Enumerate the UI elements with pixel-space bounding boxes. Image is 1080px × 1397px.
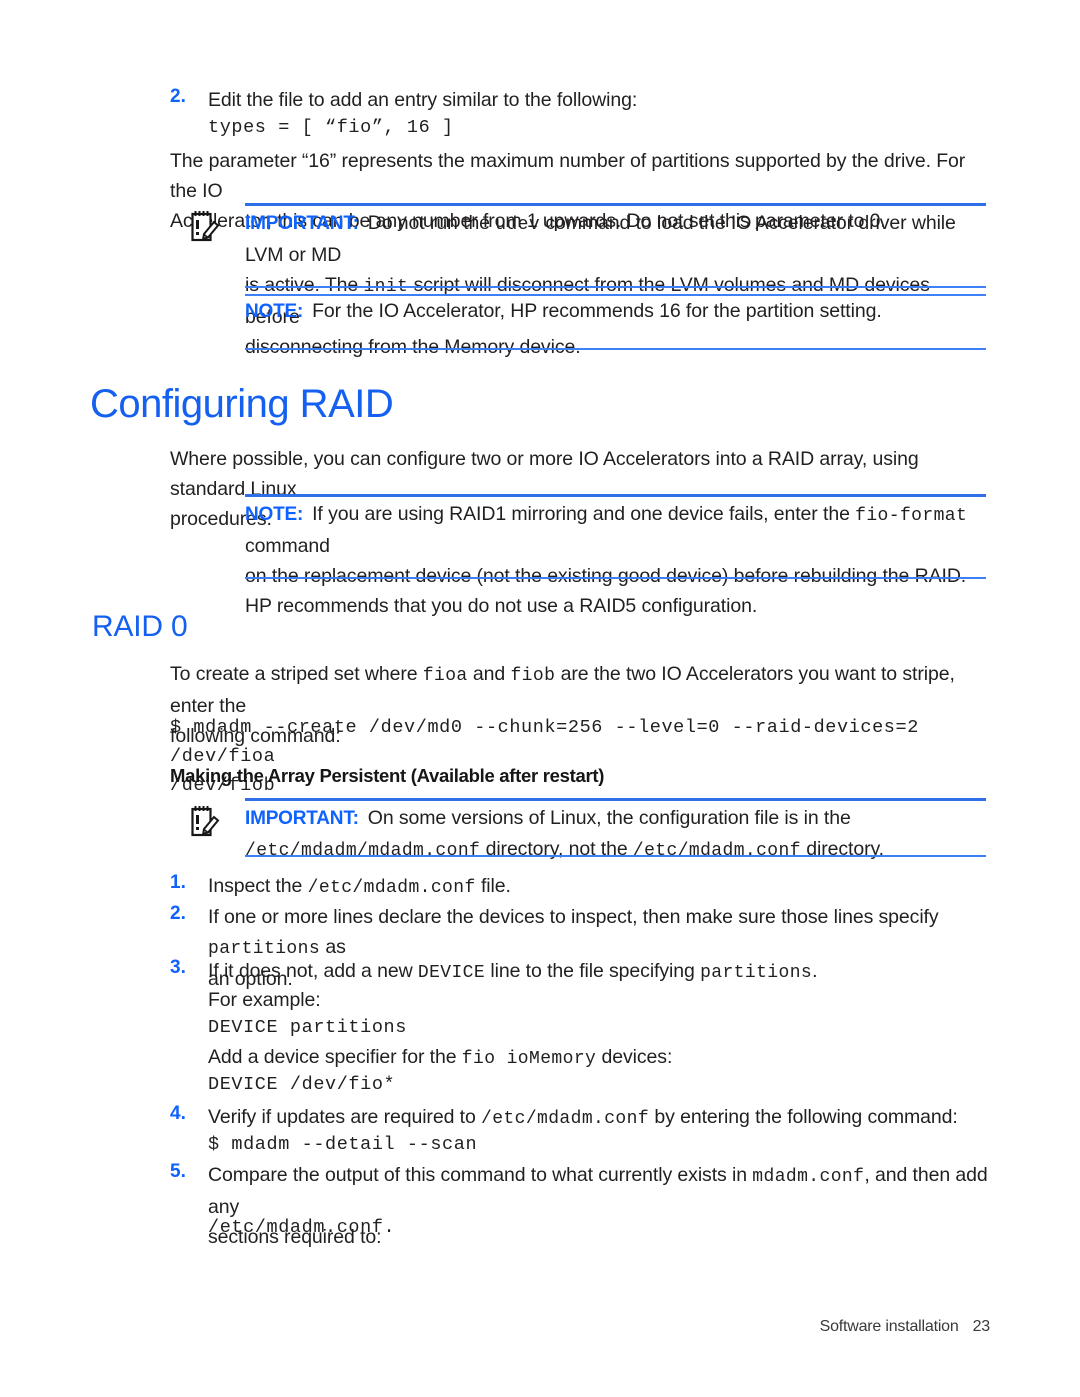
page-footer: Software installation 23 <box>803 1300 991 1354</box>
code-text: types = [ “fio”, 16 ] <box>208 117 454 138</box>
admonition-note-raid1: NOTE: If you are using RAID1 mirroring an… <box>245 499 986 621</box>
admonition-rule-top <box>245 203 986 206</box>
section-heading-raid0: RAID 0 <box>92 610 188 643</box>
list-number: 3. <box>170 957 186 978</box>
inline-code: fio ioMemory <box>461 1049 597 1069</box>
list-item-text: Verify if updates are required to <box>208 1106 482 1128</box>
admonition-line: HP recommends that you do not use a RAID… <box>245 595 758 617</box>
inline-code: mdadm.conf <box>752 1167 865 1187</box>
admonition-label: NOTE: <box>245 504 304 525</box>
list-number: 5. <box>170 1161 186 1182</box>
footer-section-label: Software installation <box>819 1318 959 1335</box>
inline-code: fioa <box>422 666 468 686</box>
code-mdadm-detail-scan: $ mdadm --detail --scan <box>208 1134 478 1155</box>
paragraph-text: devices: <box>596 1046 673 1068</box>
admonition-label: IMPORTANT: <box>245 213 359 234</box>
admonition-label: NOTE: <box>245 301 304 322</box>
code-block-types: types = [ “fio”, 16 ] <box>208 113 992 142</box>
list-item-text: Compare the output of this command to wh… <box>208 1164 753 1186</box>
list-item-text: Inspect the <box>208 875 308 897</box>
admonition-important-udev: IMPORTANT: Do not run the udev command to… <box>245 208 986 362</box>
inline-code: /etc/mdadm/mdadm.conf <box>245 841 481 861</box>
list-item-text: by entering the following command: <box>649 1106 958 1128</box>
list-item-text: file. <box>475 875 511 897</box>
list-item-text: line to the file specifying <box>485 960 701 982</box>
note-pencil-icon <box>190 209 220 243</box>
admonition-line: /etc/mdadm/mdadm.conf directory, not the… <box>245 834 986 866</box>
admonition-text: command <box>245 535 330 557</box>
list-item-text: . <box>812 960 818 982</box>
admonition-line: disconnecting from the Memory device. <box>245 336 581 358</box>
list-item-text: If one or more lines declare the devices… <box>208 906 939 928</box>
admonition-text: is active. The <box>245 274 364 296</box>
list-item-line: If one or more lines declare the devices… <box>208 902 992 964</box>
code-etc-mdadm-conf: /etc/mdadm.conf. <box>208 1217 396 1238</box>
inline-code: fiob <box>510 666 556 686</box>
inline-code: udev <box>495 215 541 235</box>
paragraph-text: Add a device specifier for the <box>208 1046 462 1068</box>
admonition-line: NOTE: If you are using RAID1 mirroring an… <box>245 499 986 561</box>
list-number: 2. <box>170 903 186 924</box>
admonition-note-partition: NOTE: For the IO Accelerator, HP recommen… <box>245 296 986 327</box>
list-item-text: If it does not, add a new <box>208 960 418 982</box>
admonition-text: For the IO Accelerator, HP recommends 16… <box>312 300 882 322</box>
admonition-label: IMPORTANT: <box>245 808 359 829</box>
note-pencil-icon <box>190 804 220 838</box>
admonition-rule-bottom <box>245 577 986 579</box>
inline-code: partitions <box>700 963 813 983</box>
list-item: Edit the file to add an entry similar to… <box>208 85 992 115</box>
code-line: $ mdadm --create /dev/md0 --chunk=256 --… <box>170 717 919 767</box>
footer-page-number: 23 <box>972 1318 991 1335</box>
admonition-rule-bottom <box>245 348 986 350</box>
admonition-rule-bottom <box>245 286 986 288</box>
admonition-text: On some versions of Linux, the configura… <box>367 807 851 829</box>
inline-code: /etc/mdadm.conf <box>481 1109 650 1129</box>
admonition-text: If you are using RAID1 mirroring and one… <box>312 503 856 525</box>
paragraph-text: and <box>467 663 511 685</box>
code-device-dev-fio: DEVICE /dev/fio* <box>208 1074 396 1095</box>
inline-code: DEVICE <box>417 963 486 983</box>
code-device-partitions: DEVICE partitions <box>208 1017 407 1038</box>
admonition-rule-bottom <box>245 855 986 857</box>
inline-code: fio-format <box>855 506 968 526</box>
subsection-heading-persistent: Making the Array Persistent (Available a… <box>170 765 605 786</box>
list-number: 2. <box>170 86 186 107</box>
list-item: If it does not, add a new DEVICE line to… <box>208 956 992 988</box>
admonition-line: IMPORTANT: On some versions of Linux, the… <box>245 803 986 834</box>
paragraph-text: To create a striped set where <box>170 663 423 685</box>
list-item: Inspect the /etc/mdadm.conf file. <box>208 871 992 903</box>
inline-code: /etc/mdadm.conf <box>632 841 801 861</box>
paragraph-line: The parameter “16” represents the maximu… <box>170 150 966 202</box>
list-number: 1. <box>170 872 186 893</box>
admonition-line: on the replacement device (not the exist… <box>245 565 967 587</box>
admonition-rule-top <box>245 798 986 801</box>
page-title: Configuring RAID <box>90 382 394 426</box>
admonition-text: Do not run the <box>367 212 496 234</box>
admonition-rule-top <box>245 494 986 497</box>
inline-code: /etc/mdadm.conf <box>307 878 476 898</box>
admonition-line: IMPORTANT: Do not run the udev command to… <box>245 208 986 270</box>
list-item-text: as <box>320 936 346 958</box>
paragraph-line: To create a striped set where fioa and f… <box>170 659 992 721</box>
document-page: 2. Edit the file to add an entry similar… <box>0 0 1080 1397</box>
list-number: 4. <box>170 1103 186 1124</box>
step3-for-example: For example: <box>208 989 321 1011</box>
list-item-text: Edit the file to add an entry similar to… <box>208 89 638 111</box>
